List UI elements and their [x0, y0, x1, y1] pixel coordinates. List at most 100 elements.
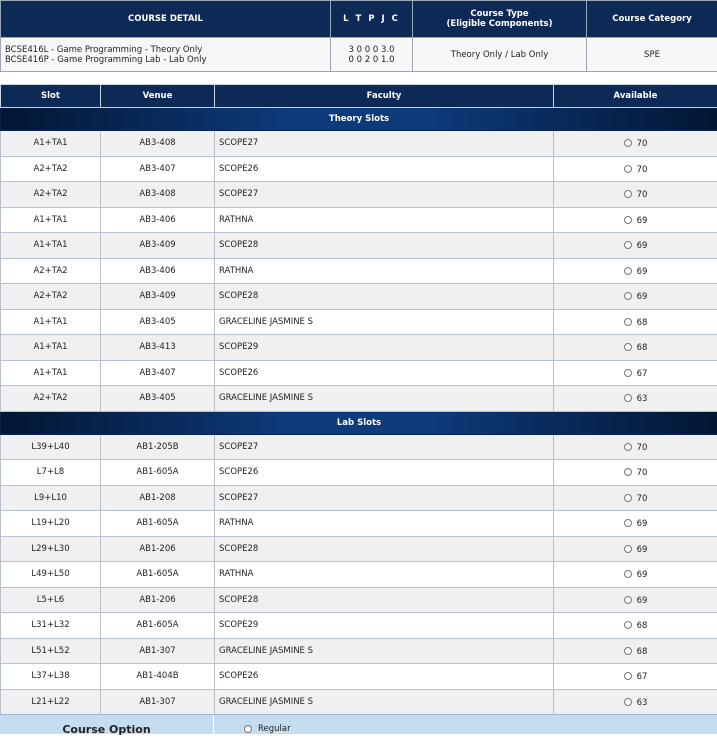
faculty-cell: SCOPE27	[215, 485, 554, 511]
slot-row[interactable]: A2+TA2AB3-407SCOPE2670	[1, 156, 717, 182]
slot-select-radio[interactable]	[624, 545, 632, 553]
slot-row[interactable]: A2+TA2AB3-408SCOPE2770	[1, 182, 717, 208]
header-course-type: Course Type (Eligible Components)	[413, 1, 587, 38]
slot-row[interactable]: L37+L38AB1-404BSCOPE2667	[1, 664, 717, 690]
slot-row[interactable]: L31+L32AB1-605ASCOPE2968	[1, 613, 717, 639]
slot-select-radio[interactable]	[624, 596, 632, 604]
slot-cell: A1+TA1	[1, 207, 101, 233]
slot-select-radio[interactable]	[624, 190, 632, 198]
slot-row[interactable]: A1+TA1AB3-413SCOPE2968	[1, 335, 717, 361]
slot-select-radio[interactable]	[624, 292, 632, 300]
slot-row[interactable]: L39+L40AB1-205BSCOPE2770	[1, 434, 717, 460]
slot-row[interactable]: A1+TA1AB3-407SCOPE2667	[1, 360, 717, 386]
slot-select-radio[interactable]	[624, 267, 632, 275]
slot-select-radio[interactable]	[624, 139, 632, 147]
available-cell: 69	[554, 258, 717, 284]
slot-row[interactable]: L19+L20AB1-605ARATHNA69	[1, 511, 717, 537]
venue-cell: AB1-605A	[101, 460, 215, 486]
available-count: 69	[637, 596, 648, 606]
slot-cell: L29+L30	[1, 536, 101, 562]
slot-select-radio[interactable]	[624, 468, 632, 476]
slot-select-radio[interactable]	[624, 647, 632, 655]
header-slot: Slot	[1, 85, 101, 108]
course-name-lab: BCSE416P - Game Programming Lab - Lab On…	[5, 55, 326, 65]
available-cell: 70	[554, 182, 717, 208]
slot-row[interactable]: A1+TA1AB3-406RATHNA69	[1, 207, 717, 233]
slot-row[interactable]: A1+TA1AB3-409SCOPE2869	[1, 233, 717, 259]
slot-row[interactable]: A2+TA2AB3-409SCOPE2869	[1, 284, 717, 310]
available-count: 67	[637, 369, 648, 379]
venue-cell: AB1-307	[101, 638, 215, 664]
slot-row[interactable]: L7+L8AB1-605ASCOPE2670	[1, 460, 717, 486]
available-count: 69	[637, 241, 648, 251]
available-cell: 69	[554, 207, 717, 233]
faculty-cell: SCOPE27	[215, 434, 554, 460]
header-course-detail: COURSE DETAIL	[1, 1, 331, 38]
slot-row[interactable]: L9+L10AB1-208SCOPE2770	[1, 485, 717, 511]
ltpjc-theory: 3 0 0 0 3.0	[335, 45, 408, 55]
slot-cell: A1+TA1	[1, 360, 101, 386]
available-count: 69	[637, 292, 648, 302]
slot-row[interactable]: A1+TA1AB3-408SCOPE2770	[1, 131, 717, 157]
slot-select-radio[interactable]	[624, 443, 632, 451]
section-header-lab: Lab Slots	[1, 411, 717, 434]
faculty-cell: RATHNA	[215, 562, 554, 588]
header-venue: Venue	[101, 85, 215, 108]
slot-row[interactable]: A2+TA2AB3-406RATHNA69	[1, 258, 717, 284]
slot-cell: A1+TA1	[1, 335, 101, 361]
slot-row[interactable]: L21+L22AB1-307GRACELINE JASMINE S63	[1, 689, 717, 715]
section-title: Lab Slots	[1, 411, 717, 434]
ltpjc-lab: 0 0 2 0 1.0	[335, 55, 408, 65]
slot-select-radio[interactable]	[624, 394, 632, 402]
faculty-cell: GRACELINE JASMINE S	[215, 638, 554, 664]
slot-select-radio[interactable]	[624, 343, 632, 351]
slot-select-radio[interactable]	[624, 318, 632, 326]
faculty-cell: SCOPE28	[215, 536, 554, 562]
venue-cell: AB1-605A	[101, 613, 215, 639]
faculty-cell: RATHNA	[215, 207, 554, 233]
slot-select-radio[interactable]	[624, 241, 632, 249]
slot-select-radio[interactable]	[624, 216, 632, 224]
available-cell: 70	[554, 485, 717, 511]
slot-cell: L51+L52	[1, 638, 101, 664]
slot-select-radio[interactable]	[624, 698, 632, 706]
venue-cell: AB1-206	[101, 587, 215, 613]
ltpjc-cell: 3 0 0 0 3.0 0 0 2 0 1.0	[331, 38, 413, 72]
available-count: 70	[637, 190, 648, 200]
slot-select-radio[interactable]	[624, 519, 632, 527]
slot-select-radio[interactable]	[624, 369, 632, 377]
slot-row[interactable]: L5+L6AB1-206SCOPE2869	[1, 587, 717, 613]
faculty-cell: GRACELINE JASMINE S	[215, 309, 554, 335]
slot-row[interactable]: L29+L30AB1-206SCOPE2869	[1, 536, 717, 562]
course-detail-row: BCSE416L - Game Programming - Theory Onl…	[1, 38, 717, 72]
slot-select-radio[interactable]	[624, 672, 632, 680]
faculty-cell: SCOPE27	[215, 131, 554, 157]
slot-select-radio[interactable]	[624, 494, 632, 502]
slot-table-body: Theory SlotsA1+TA1AB3-408SCOPE2770A2+TA2…	[1, 108, 717, 715]
faculty-cell: SCOPE26	[215, 156, 554, 182]
header-ltpjc: L T P J C	[331, 1, 413, 38]
course-category-cell: SPE	[587, 38, 717, 72]
faculty-cell: SCOPE28	[215, 587, 554, 613]
venue-cell: AB3-406	[101, 258, 215, 284]
available-count: 70	[637, 443, 648, 453]
faculty-cell: SCOPE28	[215, 284, 554, 310]
available-cell: 69	[554, 511, 717, 537]
slot-select-radio[interactable]	[624, 621, 632, 629]
slot-row[interactable]: L49+L50AB1-605ARATHNA69	[1, 562, 717, 588]
slot-row[interactable]: A2+TA2AB3-405GRACELINE JASMINE S63	[1, 386, 717, 412]
slot-cell: A1+TA1	[1, 309, 101, 335]
available-cell: 69	[554, 562, 717, 588]
slot-select-radio[interactable]	[624, 570, 632, 578]
slot-select-radio[interactable]	[624, 165, 632, 173]
regular-radio[interactable]	[244, 725, 252, 733]
available-cell: 68	[554, 638, 717, 664]
slot-row[interactable]: L51+L52AB1-307GRACELINE JASMINE S68	[1, 638, 717, 664]
faculty-cell: SCOPE29	[215, 613, 554, 639]
available-count: 69	[637, 545, 648, 555]
faculty-cell: GRACELINE JASMINE S	[215, 689, 554, 715]
slot-row[interactable]: A1+TA1AB3-405GRACELINE JASMINE S68	[1, 309, 717, 335]
venue-cell: AB1-605A	[101, 511, 215, 537]
venue-cell: AB3-413	[101, 335, 215, 361]
available-cell: 63	[554, 386, 717, 412]
